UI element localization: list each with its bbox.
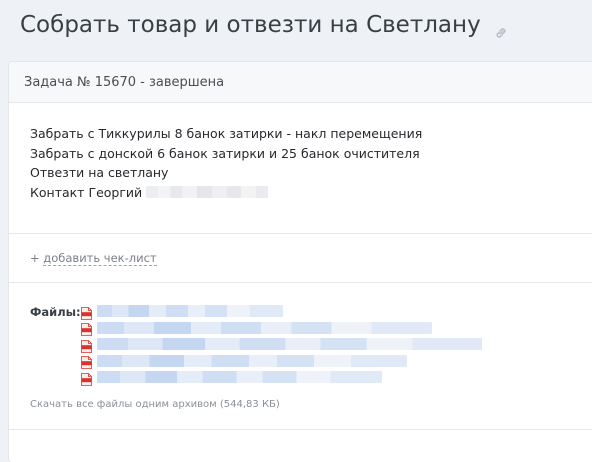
redacted-file-name[interactable] bbox=[97, 305, 283, 317]
contact-label: Контакт Георгий bbox=[30, 184, 143, 200]
page-title-text: Собрать товар и отвезти на Светлану bbox=[20, 12, 481, 38]
pdf-file-icon bbox=[81, 321, 92, 336]
page-title: Собрать товар и отвезти на Светлану bbox=[20, 9, 508, 41]
redacted-file-name[interactable] bbox=[97, 338, 482, 350]
task-status-title: Задача № 15670 - завершена bbox=[24, 74, 225, 90]
add-checklist-link[interactable]: + добавить чек-лист bbox=[30, 251, 157, 266]
pdf-file-icon bbox=[81, 338, 92, 353]
file-item[interactable] bbox=[81, 321, 432, 336]
description-line: Отвезти на светлану bbox=[30, 165, 169, 180]
redacted-file-name[interactable] bbox=[97, 354, 407, 367]
description-line: Забрать с Тиккурилы 8 банок затирки - на… bbox=[30, 126, 423, 141]
file-item[interactable] bbox=[81, 354, 407, 369]
add-checklist-text: добавить чек-лист bbox=[43, 251, 157, 266]
redacted-file-name[interactable] bbox=[97, 321, 432, 334]
pdf-file-icon bbox=[81, 371, 92, 386]
link-icon[interactable] bbox=[494, 17, 508, 38]
task-description: Забрать с Тиккурилы 8 банок затирки - на… bbox=[30, 124, 422, 202]
file-item[interactable] bbox=[81, 304, 283, 320]
pdf-file-icon bbox=[81, 354, 92, 369]
files-label: Файлы: bbox=[30, 305, 81, 319]
file-item[interactable] bbox=[81, 337, 482, 353]
divider bbox=[9, 429, 592, 430]
redacted-phone bbox=[146, 185, 269, 198]
description-line-contact: Контакт Георгий bbox=[30, 183, 422, 203]
description-line: Забрать с донской 6 банок затирки и 25 б… bbox=[30, 145, 420, 161]
task-header: Задача № 15670 - завершена bbox=[9, 62, 592, 103]
redacted-file-name[interactable] bbox=[97, 371, 382, 383]
task-card: Задача № 15670 - завершена Забрать с Тик… bbox=[9, 62, 592, 462]
file-item[interactable] bbox=[81, 370, 382, 386]
pdf-file-icon bbox=[81, 305, 92, 320]
add-checklist-prefix: + bbox=[30, 251, 44, 265]
divider bbox=[9, 233, 592, 234]
download-all-link[interactable]: Скачать все файлы одним архивом (544,83 … bbox=[30, 399, 280, 410]
divider bbox=[9, 282, 592, 283]
